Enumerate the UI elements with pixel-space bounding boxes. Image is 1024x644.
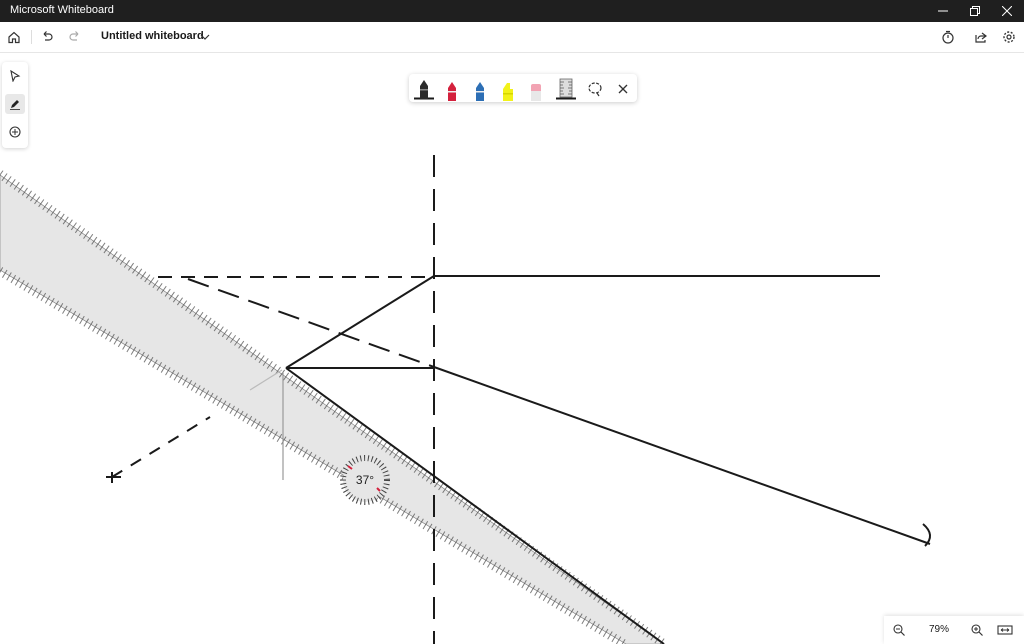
fit-to-screen-button[interactable]: [996, 621, 1014, 639]
blue-pen-button[interactable]: [469, 77, 491, 101]
whiteboard-canvas[interactable]: 37°: [0, 52, 1024, 644]
upper-slant-line[interactable]: [285, 275, 435, 369]
red-pen-button[interactable]: [441, 77, 463, 101]
long-arrow-line[interactable]: [433, 366, 931, 545]
lower-dashed-line[interactable]: [111, 416, 211, 478]
ruler-icon: [556, 78, 576, 100]
fit-screen-icon: [997, 625, 1013, 635]
zoom-in-icon: [971, 624, 983, 636]
eraser-button[interactable]: [525, 77, 547, 101]
close-icon: [618, 84, 628, 94]
top-toolbar: Untitled whiteboard: [0, 22, 1024, 53]
title-dropdown-button[interactable]: [196, 28, 214, 46]
undo-icon: [43, 31, 53, 41]
ruler-angle-indicator: 37°: [340, 455, 390, 505]
ink-toolbar: [409, 74, 637, 102]
close-window-button[interactable]: [992, 0, 1022, 22]
redo-button[interactable]: [66, 28, 84, 46]
lasso-select-button[interactable]: [584, 77, 606, 101]
minimize-button[interactable]: [928, 0, 958, 22]
ruler-angle-label: 37°: [356, 473, 374, 487]
toolbar-divider: [31, 30, 32, 44]
share-button[interactable]: [972, 28, 990, 46]
lasso-icon: [588, 82, 602, 97]
restore-button[interactable]: [960, 0, 990, 22]
highlighter-button[interactable]: [497, 77, 519, 101]
left-tool-panel: [2, 62, 28, 148]
home-icon: [8, 31, 20, 44]
undo-button[interactable]: [38, 28, 56, 46]
add-button[interactable]: [5, 122, 25, 142]
eraser-icon: [531, 84, 541, 101]
blue-pen-icon: [476, 82, 484, 101]
document-title[interactable]: Untitled whiteboard: [101, 30, 204, 42]
ruler-body[interactable]: [0, 174, 665, 644]
gear-icon: [1003, 31, 1015, 43]
zoom-out-icon: [893, 624, 905, 636]
select-tool-button[interactable]: [5, 66, 25, 86]
pointer-icon: [10, 70, 21, 82]
highlighter-icon: [503, 83, 513, 101]
timer-icon: [942, 30, 954, 44]
zoom-level: 79%: [928, 624, 949, 635]
black-pen-icon: [414, 80, 434, 100]
ruler-edge-line[interactable]: [285, 367, 665, 644]
pen-icon: [10, 100, 20, 110]
settings-button[interactable]: [1000, 28, 1018, 46]
black-pen-button[interactable]: [413, 77, 435, 101]
red-pen-icon: [448, 82, 456, 101]
title-bar: Microsoft Whiteboard: [0, 0, 1024, 22]
window-title: Microsoft Whiteboard: [10, 4, 114, 16]
close-ink-toolbar-button[interactable]: [612, 77, 634, 101]
home-button[interactable]: [5, 28, 23, 46]
ink-tool-button[interactable]: [5, 94, 25, 114]
plus-circle-icon: [9, 126, 21, 138]
timer-button[interactable]: [939, 28, 957, 46]
zoom-controls: 79%: [884, 616, 1024, 644]
redo-icon: [69, 31, 79, 41]
zoom-in-button[interactable]: [968, 621, 986, 639]
share-icon: [975, 32, 987, 43]
zoom-out-button[interactable]: [890, 621, 908, 639]
ruler-ticks-top: [0, 170, 667, 644]
chevron-down-icon: [200, 34, 210, 40]
ruler-tool[interactable]: 37°: [0, 170, 667, 644]
ruler-tool-button[interactable]: [555, 77, 577, 101]
